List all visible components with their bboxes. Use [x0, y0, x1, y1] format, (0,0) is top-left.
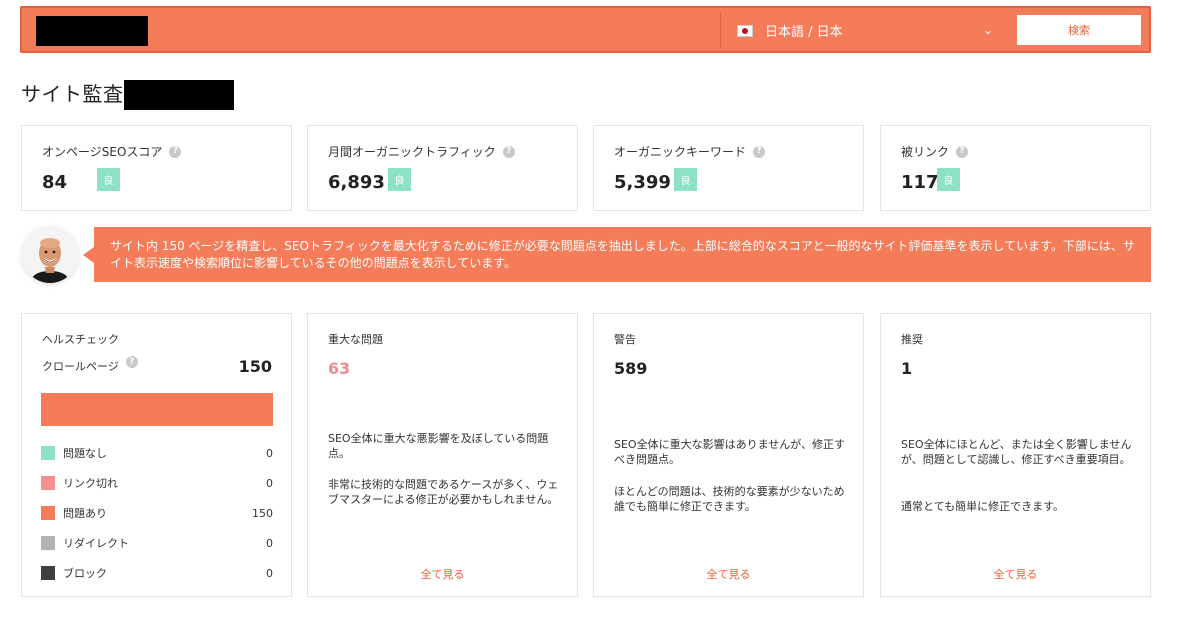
- metric-value: 117: [901, 172, 939, 193]
- legend-item-has-issues: 問題あり 150: [41, 505, 273, 521]
- metric-value: 84: [42, 172, 68, 193]
- good-badge: 良: [674, 168, 697, 191]
- help-icon[interactable]: ?: [753, 145, 766, 158]
- legend-swatch: [41, 506, 55, 520]
- redacted-url-input[interactable]: [36, 16, 148, 46]
- card-description-detail: 通常とても簡単に修正できます。: [901, 500, 1065, 513]
- legend-label: 問題あり: [63, 507, 107, 520]
- help-icon[interactable]: ?: [502, 145, 515, 158]
- person-avatar-icon: [22, 227, 78, 283]
- card-title: 重大な問題: [328, 333, 383, 346]
- legend-swatch: [41, 536, 55, 550]
- legend-swatch: [41, 446, 55, 460]
- page-title: サイト監査:: [21, 82, 131, 106]
- card-description-detail: ほとんどの問題は、技術的な要素が少ないため誰でも簡単に修正できます。: [614, 485, 845, 513]
- legend-item-no-issues: 問題なし 0: [41, 445, 273, 461]
- good-badge: 良: [388, 168, 411, 191]
- legend-swatch: [41, 476, 55, 490]
- legend-value: 0: [266, 566, 273, 580]
- card-title: 推奨: [901, 333, 923, 346]
- search-bar: 日本語 / 日本 ⌄ 検索: [20, 6, 1151, 53]
- health-bar: [41, 393, 273, 426]
- legend-label: ブロック: [63, 567, 107, 580]
- metric-value: 5,399: [614, 172, 671, 193]
- critical-issues-count: 63: [328, 359, 351, 378]
- search-button[interactable]: 検索: [1017, 15, 1141, 45]
- card-title: 警告: [614, 333, 636, 346]
- good-badge: 良: [97, 168, 120, 191]
- metric-card-backlinks: 被リンク? 117 良: [880, 125, 1151, 211]
- see-all-link[interactable]: 全て見る: [308, 566, 577, 582]
- legend-item-blocked: ブロック 0: [41, 565, 273, 581]
- critical-issues-card: 重大な問題 63 SEO全体に重大な悪影響を及ぼしている問題点。 非常に技術的な…: [307, 313, 578, 597]
- warnings-count: 589: [614, 359, 648, 378]
- legend-label: 問題なし: [63, 447, 107, 460]
- health-check-card: ヘルスチェック クロールページ ? 150 問題なし 0 リンク切れ 0 問題あ…: [21, 313, 292, 597]
- help-icon[interactable]: ?: [169, 145, 182, 158]
- legend-value: 150: [252, 506, 273, 520]
- help-icon[interactable]: ?: [125, 356, 138, 368]
- audit-summary-banner: サイト内 150 ページを精査し、SEOトラフィックを最大化するために修正が必要…: [83, 227, 1151, 282]
- avatar: [22, 227, 78, 283]
- good-badge: 良: [937, 168, 960, 191]
- legend-label: リンク切れ: [63, 477, 118, 490]
- metric-label: オーガニックキーワード: [614, 145, 747, 159]
- metric-label: 月間オーガニックトラフィック: [328, 145, 496, 159]
- language-select[interactable]: 日本語 / 日本 ⌄: [720, 13, 1003, 48]
- metric-card-onpage-seo: オンページSEOスコア? 84 良: [21, 125, 292, 211]
- metric-label: 被リンク: [901, 145, 950, 159]
- metric-value: 6,893: [328, 172, 385, 193]
- legend-value: 0: [266, 476, 273, 490]
- legend-item-redirect: リダイレクト 0: [41, 535, 273, 551]
- see-all-link[interactable]: 全て見る: [594, 566, 863, 582]
- card-description: SEO全体に重大な悪影響を及ぼしている問題点。: [328, 432, 549, 460]
- card-description: SEO全体にほとんど、または全く影響しませんが、問題として認識し、修正すべき重要…: [901, 438, 1132, 466]
- legend-swatch: [41, 566, 55, 580]
- legend-item-broken-links: リンク切れ 0: [41, 475, 273, 491]
- metric-label: オンページSEOスコア: [42, 145, 163, 159]
- see-all-link[interactable]: 全て見る: [881, 566, 1150, 582]
- legend-value: 0: [266, 536, 273, 550]
- recommendations-card: 推奨 1 SEO全体にほとんど、または全く影響しませんが、問題として認識し、修正…: [880, 313, 1151, 597]
- chevron-down-icon: ⌄: [982, 23, 993, 37]
- redacted-site-name: [124, 80, 234, 110]
- card-title: ヘルスチェック: [42, 333, 119, 346]
- card-description: SEO全体に重大な影響はありませんが、修正すべき問題点。: [614, 438, 846, 466]
- metric-card-organic-traffic: 月間オーガニックトラフィック? 6,893 良: [307, 125, 578, 211]
- japan-flag-icon: [737, 24, 753, 37]
- legend-value: 0: [266, 446, 273, 460]
- legend-label: リダイレクト: [63, 537, 129, 550]
- metric-card-organic-keywords: オーガニックキーワード? 5,399 良: [593, 125, 864, 211]
- card-description-detail: 非常に技術的な問題であるケースが多く、ウェブマスターによる修正が必要かもしれませ…: [328, 478, 559, 506]
- crawl-pages-value: 150: [238, 357, 272, 376]
- language-select-label: 日本語 / 日本: [765, 25, 843, 40]
- help-icon[interactable]: ?: [956, 145, 969, 158]
- recommendations-count: 1: [901, 359, 913, 378]
- crawl-pages-label: クロールページ: [42, 360, 119, 373]
- warnings-card: 警告 589 SEO全体に重大な影響はありませんが、修正すべき問題点。 ほとんど…: [593, 313, 864, 597]
